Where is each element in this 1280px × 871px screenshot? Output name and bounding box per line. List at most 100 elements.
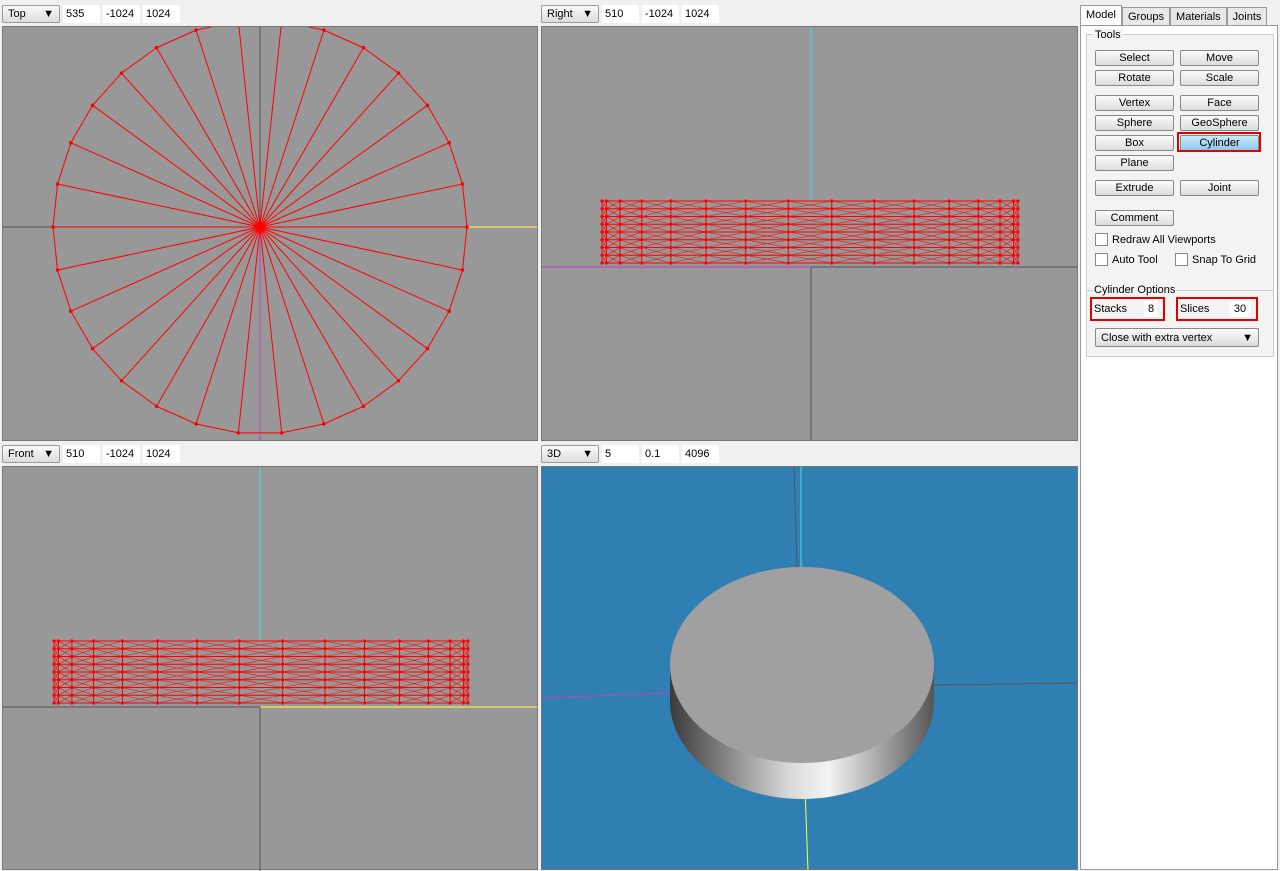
view-select-3d[interactable]: 3D ▼ xyxy=(541,445,599,463)
mesh-vertex xyxy=(604,199,609,203)
geosphere-button[interactable]: GeoSphere xyxy=(1180,115,1259,131)
field-1[interactable]: 510 xyxy=(63,445,100,463)
mesh-vertex xyxy=(976,222,980,226)
model-panel: Tools Select Move Rotate Scale Vertex Fa… xyxy=(1080,25,1278,870)
mesh-vertex xyxy=(998,245,1002,250)
vertex-button[interactable]: Vertex xyxy=(1095,95,1174,111)
mesh-edge xyxy=(121,72,261,228)
mesh-vertex xyxy=(397,693,402,697)
mesh-vertex xyxy=(744,261,748,265)
move-button[interactable]: Move xyxy=(1180,50,1259,66)
chevron-down-icon: ▼ xyxy=(43,8,54,20)
mesh-vertex xyxy=(120,639,125,643)
mesh-vertex xyxy=(195,654,199,659)
view-select-right[interactable]: Right ▼ xyxy=(541,5,599,23)
mesh-vertex xyxy=(426,654,431,659)
view-select-front[interactable]: Front ▼ xyxy=(2,445,60,463)
mesh-vertex xyxy=(947,230,951,234)
field-2[interactable]: -1024 xyxy=(642,5,679,23)
mesh-vertex xyxy=(704,207,708,211)
mesh-vertex xyxy=(281,647,285,651)
mesh-vertex xyxy=(323,678,327,682)
mesh-edge xyxy=(259,226,450,312)
box-button[interactable]: Box xyxy=(1095,135,1174,151)
field-3[interactable]: 1024 xyxy=(143,5,180,23)
mesh-vertex xyxy=(461,654,466,659)
mesh-vertex xyxy=(397,662,402,666)
right-viewport[interactable] xyxy=(541,26,1078,441)
mesh-vertex xyxy=(281,654,285,659)
field-3[interactable]: 1024 xyxy=(682,5,719,23)
face-button[interactable]: Face xyxy=(1180,95,1259,111)
mesh-vertex xyxy=(70,685,74,690)
sphere-button[interactable]: Sphere xyxy=(1095,115,1174,131)
snap-to-grid-checkbox[interactable]: Snap To Grid xyxy=(1175,253,1256,266)
close-mode-select[interactable]: Close with extra vertex ▼ xyxy=(1095,328,1259,347)
mesh-vertex xyxy=(872,207,876,211)
field-3[interactable]: 1024 xyxy=(143,445,180,463)
field-1[interactable]: 5 xyxy=(602,445,639,463)
mesh-vertex xyxy=(237,662,241,666)
extrude-button[interactable]: Extrude xyxy=(1095,180,1174,196)
chevron-down-icon: ▼ xyxy=(582,448,593,460)
mesh-edge xyxy=(195,226,261,425)
comment-button[interactable]: Comment xyxy=(1095,210,1174,226)
mesh-vertex xyxy=(69,309,73,313)
right-viewport-toolbar: Right ▼ 510 -1024 1024 xyxy=(541,4,719,24)
mesh-vertex xyxy=(618,207,622,211)
slices-input[interactable]: 30 xyxy=(1229,301,1251,317)
mesh-vertex xyxy=(69,141,73,145)
auto-tool-checkbox[interactable]: Auto Tool xyxy=(1095,253,1158,266)
mesh-edge xyxy=(448,269,463,312)
mesh-vertex xyxy=(461,701,466,705)
mesh-vertex xyxy=(618,222,622,226)
redraw-all-viewports-checkbox[interactable]: Redraw All Viewports xyxy=(1095,233,1216,246)
view-label: 3D xyxy=(547,448,562,460)
mesh-vertex xyxy=(155,662,160,666)
view-label: Front xyxy=(8,448,34,460)
mesh-vertex xyxy=(466,654,470,659)
mesh-vertex xyxy=(640,261,644,265)
chevron-down-icon: ▼ xyxy=(43,448,54,460)
mesh-vertex xyxy=(704,222,708,226)
mesh-vertex xyxy=(998,253,1002,257)
field-2[interactable]: 0.1 xyxy=(642,445,679,463)
mesh-vertex xyxy=(91,701,96,705)
mesh-vertex xyxy=(1011,207,1016,211)
front-viewport[interactable] xyxy=(2,466,538,871)
stacks-input[interactable]: 8 xyxy=(1144,301,1158,317)
field-2[interactable]: -1024 xyxy=(103,445,140,463)
mesh-vertex xyxy=(704,261,708,265)
mesh-vertex xyxy=(362,701,367,705)
mesh-vertex xyxy=(279,431,284,435)
mesh-vertex xyxy=(1011,199,1016,203)
field-1[interactable]: 510 xyxy=(602,5,639,23)
mesh-vertex xyxy=(52,670,56,674)
field-1[interactable]: 535 xyxy=(63,5,100,23)
3d-viewport[interactable] xyxy=(541,466,1078,871)
mesh-vertex xyxy=(1011,230,1016,234)
joint-button[interactable]: Joint xyxy=(1180,180,1259,196)
field-2[interactable]: -1024 xyxy=(103,5,140,23)
mesh-vertex xyxy=(976,199,980,203)
top-viewport[interactable] xyxy=(2,26,538,441)
mesh-vertex xyxy=(323,670,327,674)
mesh-vertex xyxy=(466,685,470,690)
field-3[interactable]: 4096 xyxy=(682,445,719,463)
mesh-edge xyxy=(156,29,197,49)
plane-button[interactable]: Plane xyxy=(1095,155,1174,171)
rotate-button[interactable]: Rotate xyxy=(1095,70,1174,86)
mesh-vertex xyxy=(786,253,790,257)
mesh-vertex xyxy=(830,207,834,211)
select-button[interactable]: Select xyxy=(1095,50,1174,66)
mesh-vertex xyxy=(362,639,367,643)
view-select-top[interactable]: Top ▼ xyxy=(2,5,60,23)
mesh-vertex xyxy=(998,238,1002,242)
mesh-vertex xyxy=(426,639,431,643)
mesh-vertex xyxy=(1016,214,1020,219)
mesh-vertex xyxy=(704,214,708,219)
mesh-vertex xyxy=(55,268,60,272)
mesh-vertex xyxy=(998,222,1002,226)
mesh-vertex xyxy=(237,670,241,674)
scale-button[interactable]: Scale xyxy=(1180,70,1259,86)
